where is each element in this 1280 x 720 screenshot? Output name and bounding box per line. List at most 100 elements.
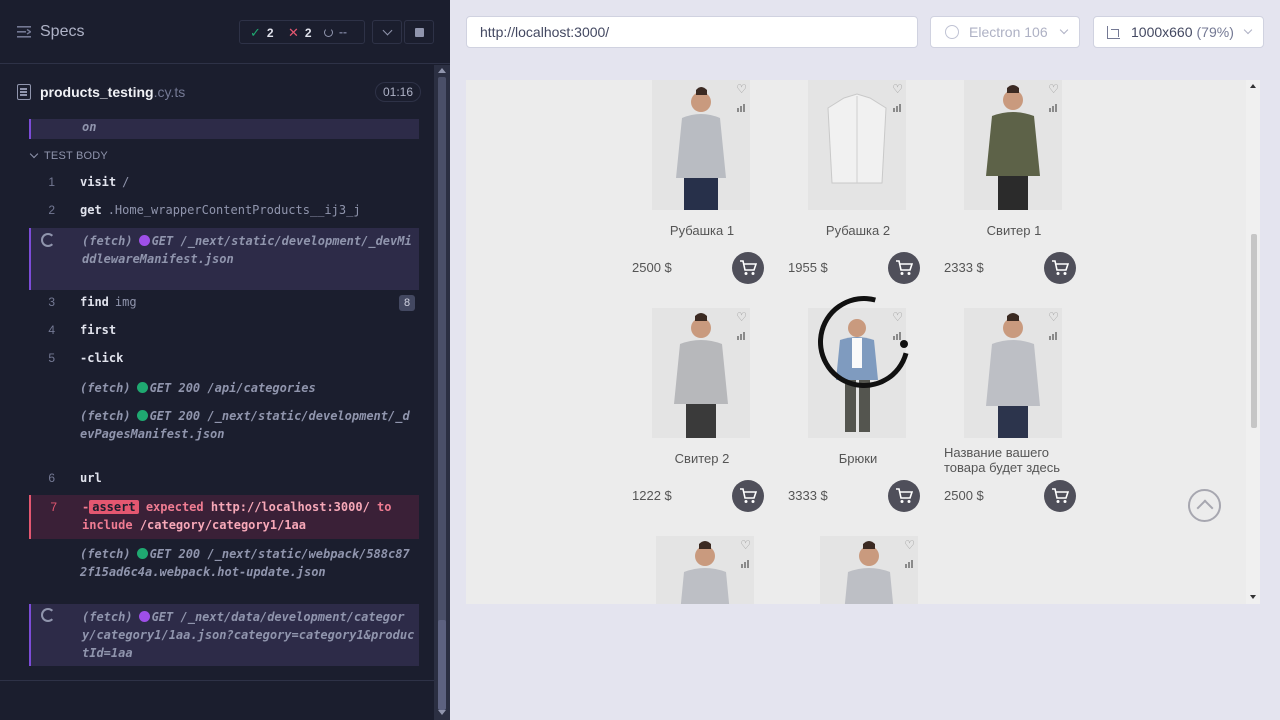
command-row-get[interactable]: 2 get .Home_wrapperContentProducts__ij3_j xyxy=(29,203,419,223)
document-icon xyxy=(17,84,31,100)
command-row-fetch-pending[interactable]: (fetch) GET /_next/static/development/_de… xyxy=(29,228,419,290)
command-row-fetch-hot-update[interactable]: (fetch) GET 200 /_next/static/webpack/588… xyxy=(29,544,419,600)
scrollbar-track xyxy=(438,77,446,707)
product-image[interactable]: ♡ xyxy=(652,80,750,210)
element-count-badge: 8 xyxy=(399,295,415,311)
product-name[interactable]: Рубашка 1 xyxy=(632,223,772,238)
specs-link[interactable]: Specs xyxy=(40,23,84,41)
command-row-fetch-categories[interactable]: (fetch) GET 200 /api/categories xyxy=(29,378,419,400)
bar-chart-icon[interactable] xyxy=(905,560,913,568)
scroll-up-arrow-icon[interactable] xyxy=(438,68,446,73)
browser-selector[interactable]: Electron 106 xyxy=(930,16,1080,48)
heart-icon[interactable]: ♡ xyxy=(1048,311,1059,323)
pending-dot-icon xyxy=(138,611,150,622)
scroll-down-arrow-icon[interactable] xyxy=(1250,595,1256,599)
specs-list-icon[interactable] xyxy=(17,26,31,38)
cross-icon: ✕ xyxy=(288,25,299,40)
scroll-down-arrow-icon[interactable] xyxy=(438,710,446,715)
command-row-visit[interactable]: 1 visit / xyxy=(29,175,419,195)
command-row-first[interactable]: 4 first xyxy=(29,323,419,343)
product-image[interactable]: ♡ xyxy=(820,536,918,604)
success-dot-icon xyxy=(136,548,148,559)
test-body-header[interactable]: TEST BODY xyxy=(29,149,108,162)
divider xyxy=(0,680,434,681)
spec-duration: 01:16 xyxy=(375,82,422,102)
viewport-scrollbar[interactable] xyxy=(1246,80,1260,604)
add-to-cart-button[interactable] xyxy=(1044,252,1076,284)
bar-chart-icon[interactable] xyxy=(1049,332,1057,340)
chevron-down-icon xyxy=(1059,25,1069,35)
pending-count: -- xyxy=(324,25,347,39)
add-to-cart-button[interactable] xyxy=(888,252,920,284)
spec-file-name: products_testing.cy.ts xyxy=(40,84,186,100)
add-to-cart-button[interactable] xyxy=(1044,480,1076,512)
chevron-down-icon xyxy=(1243,25,1253,35)
shopping-cart-icon xyxy=(1052,260,1069,275)
product-image[interactable]: ♡ xyxy=(964,80,1062,210)
product-name[interactable]: Свитер 2 xyxy=(632,451,772,466)
failed-count: ✕ 2 xyxy=(288,25,312,40)
product-image[interactable]: ♡ xyxy=(964,308,1062,438)
passed-count: ✓ 2 xyxy=(250,25,274,40)
command-row-fetch-pages-manifest[interactable]: (fetch) GET 200 /_next/static/development… xyxy=(29,406,419,464)
app-preview-panel: http://localhost:3000/ Electron 106 1000… xyxy=(450,0,1280,720)
bar-chart-icon[interactable] xyxy=(737,332,745,340)
scrollbar-thumb[interactable] xyxy=(1251,234,1257,428)
heart-icon[interactable]: ♡ xyxy=(892,83,903,95)
model-photo xyxy=(652,308,750,438)
model-photo xyxy=(964,308,1062,438)
command-log-scrollbar[interactable] xyxy=(434,65,450,720)
shopping-cart-icon xyxy=(896,488,913,503)
bar-chart-icon[interactable] xyxy=(1049,104,1057,112)
shopping-cart-icon xyxy=(740,488,757,503)
add-to-cart-button[interactable] xyxy=(732,480,764,512)
product-image[interactable]: ♡ xyxy=(656,536,754,604)
success-dot-icon xyxy=(136,382,148,393)
scrollbar-thumb[interactable] xyxy=(438,620,446,710)
heart-icon[interactable]: ♡ xyxy=(736,311,747,323)
product-price: 3333 $ xyxy=(788,488,828,503)
command-row-url[interactable]: 6 url xyxy=(29,471,419,491)
product-name[interactable]: Свитер 1 xyxy=(944,223,1084,238)
heart-icon[interactable]: ♡ xyxy=(1048,83,1059,95)
add-to-cart-button[interactable] xyxy=(888,480,920,512)
bar-chart-icon[interactable] xyxy=(893,104,901,112)
scroll-up-arrow-icon[interactable] xyxy=(1250,84,1256,88)
product-price: 2500 $ xyxy=(944,488,984,503)
product-name[interactable]: Брюки xyxy=(788,451,928,466)
collapse-chevron-icon xyxy=(29,149,39,159)
bar-chart-icon[interactable] xyxy=(737,104,745,112)
command-row-assert-failed[interactable]: 7 - assert expected http://localhost:3000… xyxy=(29,495,419,539)
heart-icon[interactable]: ♡ xyxy=(904,539,915,551)
success-dot-icon xyxy=(136,410,148,421)
heart-icon[interactable]: ♡ xyxy=(736,83,747,95)
url-bar[interactable]: http://localhost:3000/ xyxy=(466,16,918,48)
bar-chart-icon[interactable] xyxy=(741,560,749,568)
loading-spinner-icon xyxy=(41,608,55,622)
command-row-overflow[interactable]: on xyxy=(29,119,419,139)
runner-toolbar: Specs ✓ 2 ✕ 2 -- xyxy=(0,0,450,64)
options-dropdown-button[interactable] xyxy=(372,20,402,44)
product-image[interactable]: ♡ xyxy=(652,308,750,438)
product-name[interactable]: Название вашего товара будет здесь xyxy=(944,445,1084,475)
command-log: on TEST BODY 1 visit/ 2 get .Home_wrapper… xyxy=(0,119,434,680)
product-price: 2500 $ xyxy=(632,260,672,275)
scroll-to-top-button[interactable] xyxy=(1188,489,1221,522)
viewport-selector[interactable]: 1000x660 (79%) xyxy=(1093,16,1264,48)
electron-icon xyxy=(945,25,959,39)
product-price: 2333 $ xyxy=(944,260,984,275)
product-name[interactable]: Рубашка 2 xyxy=(788,223,928,238)
loading-spinner-icon xyxy=(41,233,55,247)
checkmark-icon: ✓ xyxy=(250,25,261,40)
command-row-find[interactable]: 3 find img 8 xyxy=(29,295,419,315)
heart-icon[interactable]: ♡ xyxy=(740,539,751,551)
add-to-cart-button[interactable] xyxy=(732,252,764,284)
product-image[interactable]: ♡ xyxy=(808,80,906,210)
app-viewport[interactable]: ♡ Рубашка 1 2500 $ ♡ Рубашка 2 1955 $ ♡ … xyxy=(466,80,1260,604)
spec-header: products_testing.cy.ts 01:16 xyxy=(0,65,434,119)
command-row-fetch-pending-2[interactable]: (fetch) GET /_next/data/development/categ… xyxy=(29,604,419,666)
command-row-click[interactable]: 5 -click xyxy=(29,351,419,371)
stop-button[interactable] xyxy=(404,20,434,44)
chevron-down-icon xyxy=(382,25,392,35)
pending-dot-icon xyxy=(138,235,150,246)
